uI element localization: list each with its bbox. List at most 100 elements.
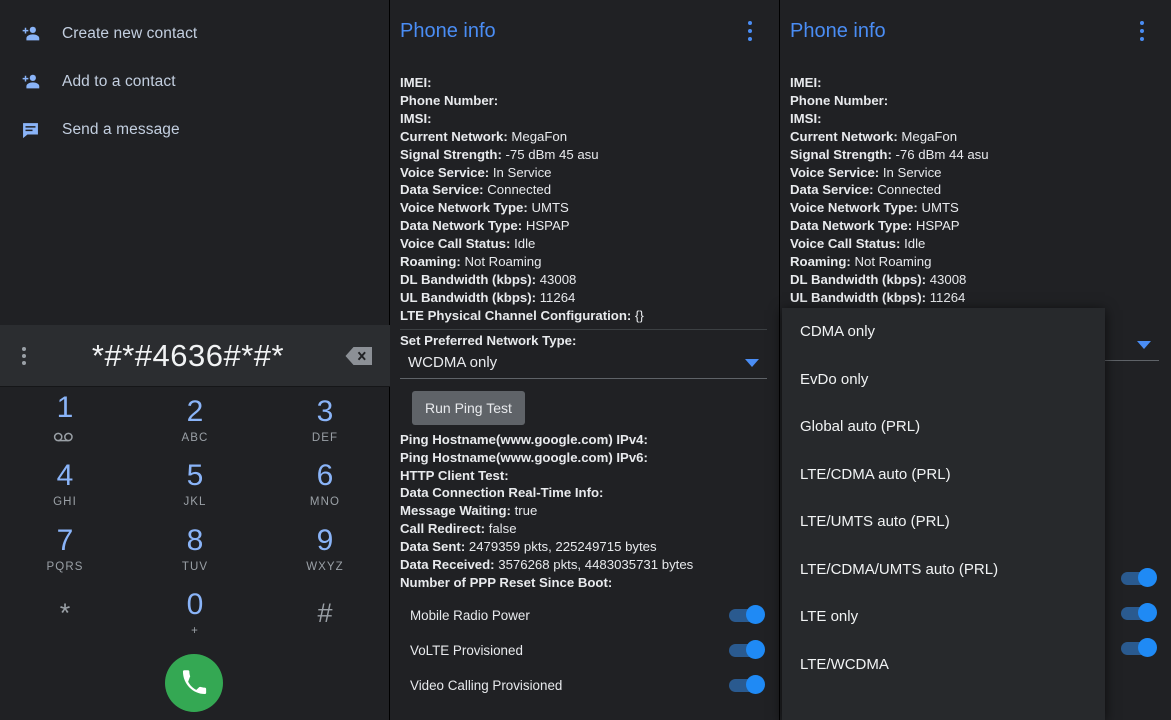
dropdown-option[interactable]: LTE/CDMA auto (PRL) (782, 451, 1105, 499)
info-row: Voice Network Type: UMTS (400, 199, 779, 217)
dialpad-key-4[interactable]: 4 GHI (0, 453, 130, 518)
toggle-switch[interactable] (1121, 568, 1157, 588)
toggle-row-mobile-radio-power[interactable]: Mobile Radio Power (400, 598, 779, 633)
dropdown-option[interactable]: LTE/UMTS auto (PRL) (782, 498, 1105, 546)
info-row: Roaming: Not Roaming (400, 253, 779, 271)
dial-display-bar: *#*#4636#*#* (0, 325, 390, 387)
info-row: Voice Network Type: UMTS (790, 199, 1171, 217)
toggle-switch[interactable] (1121, 638, 1157, 658)
backspace-button[interactable] (328, 345, 390, 367)
info-key: Voice Network Type: (790, 200, 918, 216)
dialpad-key-0[interactable]: 0 + (130, 582, 260, 647)
person-add-icon (20, 23, 54, 45)
info-value: 11264 (929, 289, 966, 305)
dialpad-key-5[interactable]: 5 JKL (130, 453, 260, 518)
toggle-switch[interactable] (1121, 603, 1157, 623)
info-key: Ping Hostname(www.google.com) IPv6: (400, 449, 648, 465)
dialpad-key-9[interactable]: 9 WXYZ (260, 517, 390, 582)
contact-action-label: Send a message (62, 121, 180, 138)
dialpad-keypad: 1 2 ABC 3 DEF 4 GHI 5 JKL 6 MNO 7 PQRS 8… (0, 388, 390, 646)
dialpad-key-2[interactable]: 2 ABC (130, 388, 260, 453)
info-row: Data Network Type: HSPAP (400, 217, 779, 235)
info-row: Data Service: Connected (790, 181, 1171, 199)
phone-info-panel-middle: Phone info IMEI: Phone Number: IMSI: Cur… (390, 0, 780, 720)
dialpad-key-1[interactable]: 1 (0, 388, 130, 453)
toggle-switch[interactable] (729, 675, 765, 695)
info-row: Voice Call Status: Idle (790, 235, 1171, 253)
preferred-network-spinner[interactable]: WCDMA only (400, 348, 767, 379)
info-key: Data Network Type: (400, 218, 523, 234)
key-digit: 7 (56, 523, 74, 557)
phone-info-fields: IMEI: Phone Number: IMSI: Current Networ… (390, 62, 779, 703)
info-row: Data Sent: 2479359 pkts, 225249715 bytes (400, 538, 779, 556)
info-row: Voice Call Status: Idle (400, 235, 779, 253)
toggle-switch[interactable] (729, 640, 765, 660)
info-row: Signal Strength: -75 dBm 45 asu (400, 146, 779, 164)
contact-action-add-to-contact[interactable]: Add to a contact (0, 58, 389, 106)
key-letters: ABC (181, 431, 209, 444)
contact-action-send-message[interactable]: Send a message (0, 106, 389, 154)
info-row: Call Redirect: false (400, 520, 779, 538)
info-value: Idle (514, 236, 536, 252)
dialpad-key-hash[interactable]: # (260, 582, 390, 647)
info-row: Data Service: Connected (400, 181, 779, 199)
info-row: Data Connection Real-Time Info: (400, 484, 779, 502)
dropdown-option[interactable]: Global auto (PRL) (782, 403, 1105, 451)
info-key: Voice Network Type: (400, 200, 528, 216)
preferred-network-block: Set Preferred Network Type: WCDMA only (400, 328, 779, 379)
key-digit: 3 (316, 394, 334, 428)
call-button[interactable] (165, 654, 223, 712)
contact-action-label: Add to a contact (62, 73, 176, 90)
contact-action-create-new-contact[interactable]: Create new contact (0, 10, 389, 58)
dropdown-option[interactable]: LTE only (782, 593, 1105, 641)
dialpad-key-6[interactable]: 6 MNO (260, 453, 390, 518)
network-type-dropdown-list[interactable]: CDMA only EvDo only Global auto (PRL) LT… (782, 308, 1105, 720)
info-value: 43008 (539, 271, 577, 287)
toggle-row-video-calling-provisioned[interactable]: Video Calling Provisioned (400, 668, 779, 703)
dropdown-option[interactable]: LTE/WCDMA (782, 641, 1105, 689)
key-letters: JKL (183, 496, 207, 509)
dropdown-option[interactable]: LTE/CDMA/UMTS auto (PRL) (782, 546, 1105, 594)
info-key: Current Network: (790, 128, 898, 144)
info-key: UL Bandwidth (kbps): (400, 289, 537, 305)
contact-actions-list: Create new contact Add to a contact Send… (0, 0, 389, 154)
dropdown-option[interactable]: CDMA only (782, 308, 1105, 356)
info-key: IMEI: (400, 75, 432, 90)
toggle-row-volte-provisioned[interactable]: VoLTE Provisioned (400, 633, 779, 668)
dialpad-key-star[interactable]: * (0, 582, 130, 647)
key-digit: 0 (186, 588, 204, 622)
info-row: DL Bandwidth (kbps): 43008 (400, 271, 779, 289)
run-ping-test-button[interactable]: Run Ping Test (412, 390, 525, 425)
info-key: Signal Strength: (790, 146, 892, 162)
info-key: UL Bandwidth (kbps): (790, 289, 927, 305)
overflow-menu-icon[interactable] (735, 21, 765, 41)
info-value: In Service (882, 164, 942, 180)
toggle-label: Video Calling Provisioned (410, 677, 563, 693)
key-letters: DEF (311, 431, 339, 444)
dropdown-option[interactable]: EvDo only (782, 356, 1105, 404)
chevron-down-icon (1137, 340, 1151, 349)
chevron-down-icon (745, 358, 759, 367)
dialpad-key-7[interactable]: 7 PQRS (0, 517, 130, 582)
toggle-switch[interactable] (729, 605, 765, 625)
info-value: -75 dBm 45 asu (505, 146, 599, 162)
info-key: LTE Physical Channel Configuration: (400, 307, 632, 323)
preferred-network-label: Set Preferred Network Type: (400, 328, 767, 348)
key-letters: GHI (53, 496, 77, 509)
info-row: IMSI: (400, 110, 779, 128)
overflow-menu-icon[interactable] (0, 346, 48, 365)
info-row: Ping Hostname(www.google.com) IPv4: (400, 431, 779, 449)
info-row: IMSI: (790, 110, 1171, 128)
info-value: HSPAP (525, 218, 570, 234)
dialpad-key-3[interactable]: 3 DEF (260, 388, 390, 453)
info-key: Data Received: (400, 557, 495, 573)
overflow-menu-icon[interactable] (1127, 21, 1157, 41)
info-row: LTE Physical Channel Configuration: {} (400, 307, 779, 325)
info-row: Ping Hostname(www.google.com) IPv6: (400, 449, 779, 467)
info-key: Voice Service: (400, 164, 490, 180)
backspace-icon (345, 346, 372, 365)
dialed-number-field[interactable]: *#*#4636#*#* (48, 338, 328, 374)
info-row: UL Bandwidth (kbps): 11264 (400, 289, 779, 307)
dialpad-key-8[interactable]: 8 TUV (130, 517, 260, 582)
info-row: Voice Service: In Service (400, 164, 779, 182)
